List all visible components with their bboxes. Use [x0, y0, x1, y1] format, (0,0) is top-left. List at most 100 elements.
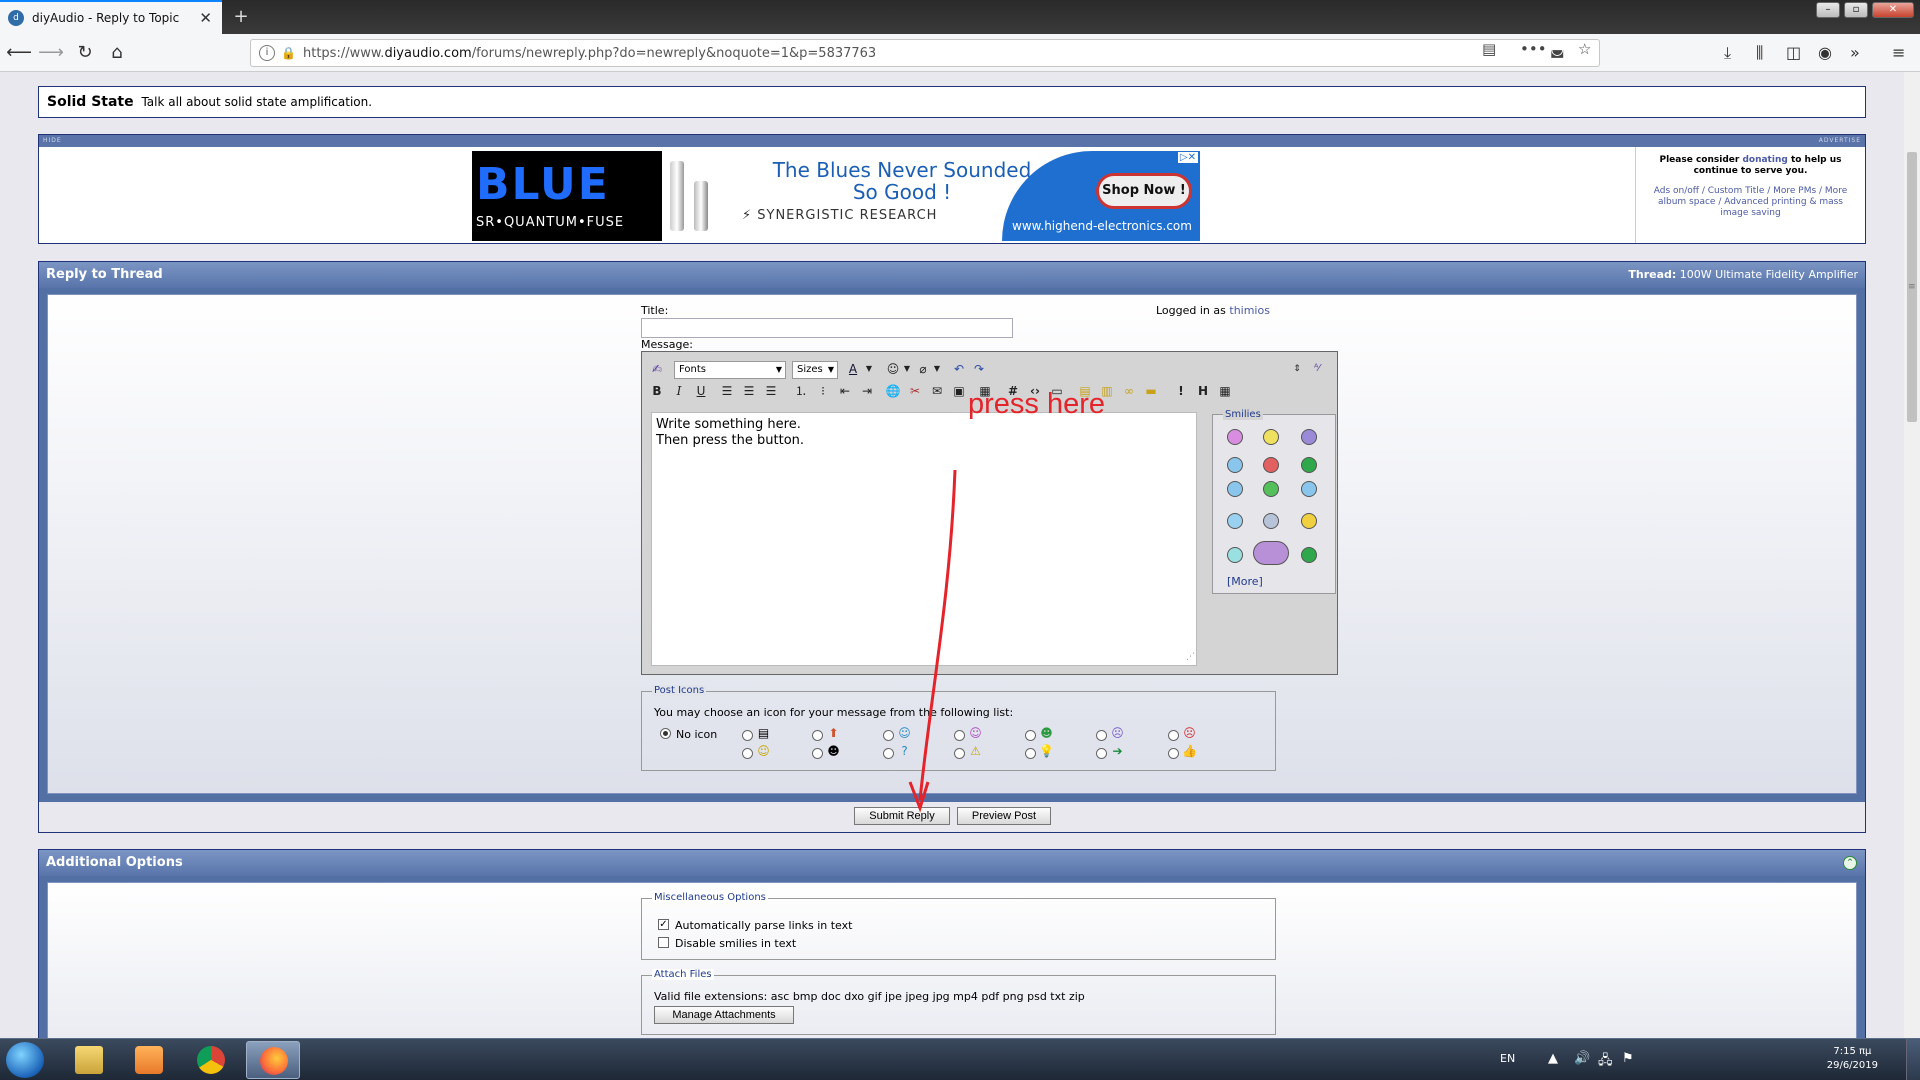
switch-editor-mode-icon[interactable]: ✍ — [648, 360, 666, 378]
smilie-icon[interactable] — [1301, 457, 1317, 473]
smilie-icon[interactable] — [1263, 457, 1279, 473]
site-info-icon[interactable]: i — [259, 45, 275, 61]
taskbar-chrome[interactable] — [184, 1041, 238, 1079]
resize-grip-icon[interactable]: ⋰ — [1186, 652, 1195, 662]
smilie-icon[interactable] — [1227, 513, 1243, 529]
disable-smilies-checkbox[interactable] — [658, 937, 669, 948]
tab-close-icon[interactable]: ✕ — [197, 9, 214, 27]
table-icon[interactable]: ▦ — [1216, 382, 1234, 400]
smilie-icon[interactable] — [1227, 481, 1243, 497]
tray-expand-icon[interactable]: ▲ — [1548, 1051, 1558, 1066]
collapse-toggle-icon[interactable]: ⌃ — [1843, 856, 1857, 870]
no-icon-radio[interactable] — [660, 728, 671, 739]
size-select[interactable]: Sizes ▼ — [792, 361, 838, 379]
show-desktop-button[interactable] — [1906, 1039, 1920, 1080]
bold-icon[interactable]: B — [648, 382, 666, 400]
underline-icon[interactable]: U — [692, 382, 710, 400]
hamburger-menu-icon[interactable]: ≡ — [1892, 43, 1905, 62]
insert-link-icon[interactable]: 🌐 — [884, 382, 902, 400]
post-icon-radio[interactable] — [1168, 748, 1179, 759]
library-icon[interactable]: ⫼ — [1756, 43, 1763, 63]
smilie-icon[interactable] — [1301, 481, 1317, 497]
username-link[interactable]: thimios — [1229, 304, 1270, 317]
bookmark-star-icon[interactable]: ☆ — [1578, 40, 1591, 58]
page-scrollbar[interactable]: ≡ — [1904, 72, 1920, 1038]
redo-icon[interactable]: ↷ — [970, 360, 988, 378]
hide-ad-link[interactable]: HIDE — [43, 137, 62, 144]
post-icon-radio[interactable] — [883, 730, 894, 741]
insert-image-icon[interactable]: ▣ — [950, 382, 968, 400]
italic-icon[interactable]: I — [670, 382, 688, 400]
heading-icon[interactable]: H — [1194, 382, 1212, 400]
remove-link-icon[interactable]: ✂ — [906, 382, 924, 400]
windows-start-icon[interactable] — [6, 1042, 44, 1078]
spoiler-icon[interactable]: ! — [1172, 382, 1190, 400]
insert-post-link-icon[interactable]: ▬ — [1142, 382, 1160, 400]
taskbar-media-player[interactable] — [122, 1041, 176, 1079]
post-icon-radio[interactable] — [742, 730, 753, 741]
align-center-icon[interactable]: ☰ — [740, 382, 758, 400]
insert-email-icon[interactable]: ✉ — [928, 382, 946, 400]
post-icon-radio[interactable] — [1168, 730, 1179, 741]
post-icon-radio[interactable] — [742, 748, 753, 759]
taskbar-clock[interactable]: 7:15 πμ 29/6/2019 — [1827, 1045, 1878, 1073]
premium-features-links[interactable]: Ads on/off / Custom Title / More PMs / M… — [1646, 186, 1855, 219]
page-actions-icon[interactable]: ••• — [1520, 40, 1547, 58]
network-icon[interactable]: 🖧 — [1598, 1051, 1613, 1073]
minimize-window-button[interactable]: – — [1816, 2, 1840, 18]
pocket-icon[interactable]: ◛ — [1550, 40, 1565, 58]
more-smilies-link[interactable]: [More] — [1227, 575, 1263, 588]
font-select[interactable]: Fonts ▼ — [674, 361, 786, 379]
smilie-icon[interactable] — [1263, 481, 1279, 497]
forward-icon[interactable]: ⟶ — [38, 41, 64, 65]
post-icon-radio[interactable] — [1096, 748, 1107, 759]
shop-now-button[interactable]: Shop Now ! — [1096, 173, 1192, 209]
align-right-icon[interactable]: ☰ — [762, 382, 780, 400]
smilie-icon[interactable] — [1227, 547, 1243, 563]
home-icon[interactable]: ⌂ — [104, 41, 130, 65]
account-icon[interactable]: ◉ — [1818, 43, 1832, 62]
post-icon-radio[interactable] — [812, 730, 823, 741]
group-smilie-icon[interactable] — [1253, 541, 1289, 565]
ordered-list-icon[interactable]: ⒈ — [792, 382, 810, 400]
ad-choices-icon[interactable]: ▷✕ — [1177, 152, 1198, 163]
post-icon-radio[interactable] — [812, 748, 823, 759]
smilie-icon[interactable] — [1263, 513, 1279, 529]
close-window-button[interactable]: ✕ — [1872, 2, 1914, 18]
downloads-icon[interactable]: ⤓ — [1724, 43, 1731, 63]
outdent-icon[interactable]: ⇤ — [836, 382, 854, 400]
reload-icon[interactable]: ↻ — [72, 41, 98, 65]
smilie-icon[interactable] — [1301, 513, 1317, 529]
taskbar-firefox[interactable] — [246, 1041, 300, 1079]
ad-banner[interactable]: BLUE SR•QUANTUM•FUSE The Blues Never Sou… — [472, 151, 1200, 241]
message-textarea[interactable]: Write something here. Then press the but… — [651, 412, 1197, 666]
post-icon-radio[interactable] — [883, 748, 894, 759]
submit-reply-button[interactable]: Submit Reply — [854, 807, 950, 825]
align-left-icon[interactable]: ☰ — [718, 382, 736, 400]
browser-tab-active[interactable]: d diyAudio - Reply to Topic ✕ — [0, 0, 222, 34]
remove-formatting-icon[interactable]: ᴬ⁄ — [1308, 360, 1326, 378]
url-bar[interactable]: i 🔒 https://www.diyaudio.com/forums/newr… — [250, 39, 1600, 67]
insert-thread-link-icon[interactable]: ∞ — [1120, 382, 1138, 400]
overflow-menu-icon[interactable]: » — [1850, 43, 1860, 62]
smilie-icon[interactable] — [1227, 457, 1243, 473]
forum-name[interactable]: Solid State — [47, 94, 134, 110]
smilie-icon[interactable] — [1301, 429, 1317, 445]
back-icon[interactable]: ⟵ — [6, 41, 32, 65]
action-center-icon[interactable]: ⚑ — [1622, 1051, 1634, 1066]
preview-post-button[interactable]: Preview Post — [957, 807, 1051, 825]
smilie-icon[interactable] — [1263, 429, 1279, 445]
indent-icon[interactable]: ⇥ — [858, 382, 876, 400]
language-indicator[interactable]: EN — [1500, 1052, 1515, 1065]
title-input[interactable] — [641, 318, 1013, 338]
smilie-icon[interactable] — [1301, 547, 1317, 563]
donating-link[interactable]: donating — [1742, 155, 1787, 165]
advertise-link[interactable]: ADVERTISE — [1819, 137, 1861, 144]
post-icon-radio[interactable] — [1096, 730, 1107, 741]
new-tab-button[interactable]: + — [230, 6, 252, 28]
post-icon-radio[interactable] — [1025, 748, 1036, 759]
post-icon-radio[interactable] — [954, 748, 965, 759]
undo-icon[interactable]: ↶ — [950, 360, 968, 378]
volume-icon[interactable]: 🔊 — [1574, 1051, 1590, 1066]
reader-view-icon[interactable]: ▤ — [1482, 40, 1496, 58]
